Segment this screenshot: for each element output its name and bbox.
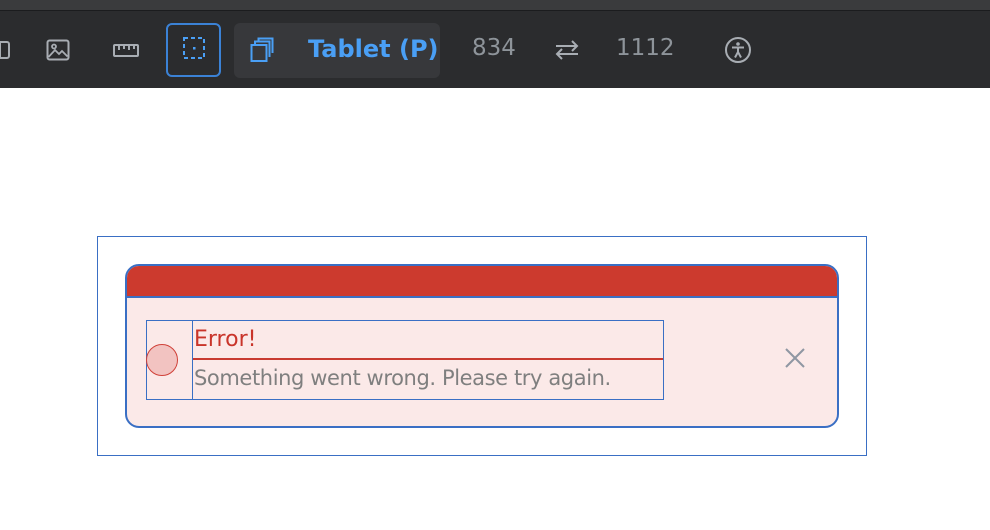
alert-close-button[interactable] (780, 345, 810, 375)
device-frame-icon (248, 36, 276, 64)
grid-icon[interactable] (0, 36, 14, 64)
alert-title: Error! (194, 327, 257, 352)
devtools-toolbar: Tablet (P) 834 1112 (0, 10, 990, 88)
status-circle-icon (146, 344, 178, 376)
viewport-height[interactable]: 1112 (616, 35, 675, 61)
image-icon[interactable] (44, 36, 72, 64)
swap-dimensions-icon[interactable] (553, 36, 581, 64)
alert-message: Something went wrong. Please try again. (194, 366, 611, 390)
window-top-strip (0, 0, 990, 10)
select-element-button[interactable] (166, 23, 221, 77)
ruler-icon[interactable] (112, 36, 140, 64)
alert-text-container: Error! Something went wrong. Please try … (192, 320, 664, 400)
alert-title-row: Error! (193, 321, 663, 360)
alert-header-bar (127, 266, 837, 298)
accessibility-icon[interactable] (724, 36, 752, 64)
viewport-width[interactable]: 834 (472, 35, 516, 61)
device-name-label[interactable]: Tablet (P) (308, 35, 439, 63)
select-element-icon (181, 35, 207, 65)
close-icon (783, 346, 807, 374)
